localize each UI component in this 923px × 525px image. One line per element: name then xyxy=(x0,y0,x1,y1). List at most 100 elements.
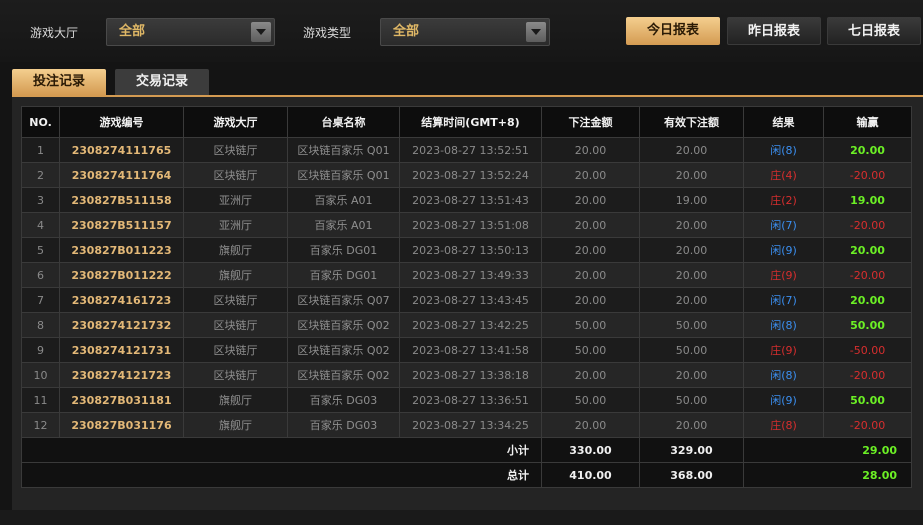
cell-table-name: 区块链百家乐 Q01 xyxy=(287,162,400,188)
cell-hall: 旗舰厅 xyxy=(183,237,288,263)
cell-win-loss: 50.00 xyxy=(823,312,912,338)
cell-result: 闲(7) xyxy=(743,287,824,313)
cell-win-loss: -50.00 xyxy=(823,337,912,363)
records-panel: NO. 游戏编号 游戏大厅 台桌名称 结算时间(GMT+8) 下注金额 有效下注… xyxy=(12,95,923,525)
chevron-down-icon xyxy=(251,22,271,42)
cell-table-name: 区块链百家乐 Q07 xyxy=(287,287,400,313)
cell-settle-time: 2023-08-27 13:50:13 xyxy=(399,237,542,263)
cell-result: 庄(9) xyxy=(743,337,824,363)
table-row: 8 2308274121732 区块链厅 区块链百家乐 Q02 2023-08-27 1… xyxy=(21,312,912,338)
cell-table-name: 百家乐 A01 xyxy=(287,212,400,238)
cell-no: 2 xyxy=(21,162,60,188)
type-select[interactable]: 全部 xyxy=(380,18,550,46)
table-row: 12 230827B031176 旗舰厅 百家乐 DG03 2023-08-27 13:… xyxy=(21,412,912,438)
today-report-button[interactable]: 今日报表 xyxy=(626,17,720,45)
cell-win-loss: -20.00 xyxy=(823,262,912,288)
cell-game-id: 230827B031181 xyxy=(59,387,184,413)
cell-settle-time: 2023-08-27 13:43:45 xyxy=(399,287,542,313)
filter-bar: 游戏大厅 全部 游戏类型 全部 今日报表 昨日报表 七日报表 xyxy=(0,0,923,62)
cell-settle-time: 2023-08-27 13:49:33 xyxy=(399,262,542,288)
type-select-value: 全部 xyxy=(393,24,420,39)
cell-valid-bet: 50.00 xyxy=(639,387,744,413)
cell-hall: 区块链厅 xyxy=(183,137,288,163)
cell-result: 闲(8) xyxy=(743,137,824,163)
cell-hall: 区块链厅 xyxy=(183,312,288,338)
cell-result: 庄(8) xyxy=(743,412,824,438)
cell-hall: 区块链厅 xyxy=(183,162,288,188)
cell-no: 1 xyxy=(21,137,60,163)
cell-bet-amount: 50.00 xyxy=(541,387,640,413)
cell-win-loss: -20.00 xyxy=(823,212,912,238)
cell-valid-bet: 20.00 xyxy=(639,137,744,163)
cell-no: 8 xyxy=(21,312,60,338)
cell-win-loss: 50.00 xyxy=(823,387,912,413)
cell-bet-amount: 20.00 xyxy=(541,362,640,388)
total-label: 总计 xyxy=(21,462,542,488)
cell-game-id: 230827B511158 xyxy=(59,187,184,213)
cell-settle-time: 2023-08-27 13:42:25 xyxy=(399,312,542,338)
cell-no: 5 xyxy=(21,237,60,263)
cell-bet-amount: 20.00 xyxy=(541,162,640,188)
cell-result: 庄(2) xyxy=(743,187,824,213)
cell-valid-bet: 20.00 xyxy=(639,162,744,188)
cell-game-id: 2308274111765 xyxy=(59,137,184,163)
cell-game-id: 230827B011222 xyxy=(59,262,184,288)
cell-valid-bet: 20.00 xyxy=(639,362,744,388)
cell-bet-amount: 20.00 xyxy=(541,412,640,438)
cell-no: 6 xyxy=(21,262,60,288)
cell-bet-amount: 50.00 xyxy=(541,312,640,338)
cell-settle-time: 2023-08-27 13:52:24 xyxy=(399,162,542,188)
cell-no: 11 xyxy=(21,387,60,413)
cell-table-name: 区块链百家乐 Q01 xyxy=(287,137,400,163)
cell-result: 闲(7) xyxy=(743,212,824,238)
cell-no: 4 xyxy=(21,212,60,238)
type-filter-label: 游戏类型 xyxy=(303,26,352,40)
table-row: 6 230827B011222 旗舰厅 百家乐 DG01 2023-08-27 13:4… xyxy=(21,262,912,288)
cell-no: 7 xyxy=(21,287,60,313)
cell-hall: 旗舰厅 xyxy=(183,262,288,288)
hall-select-value: 全部 xyxy=(119,24,146,39)
cell-no: 3 xyxy=(21,187,60,213)
hall-select[interactable]: 全部 xyxy=(106,18,275,46)
cell-result: 闲(8) xyxy=(743,312,824,338)
total-valid: 368.00 xyxy=(639,462,744,488)
cell-game-id: 230827B011223 xyxy=(59,237,184,263)
cell-valid-bet: 20.00 xyxy=(639,212,744,238)
cell-hall: 旗舰厅 xyxy=(183,387,288,413)
seven-day-report-button[interactable]: 七日报表 xyxy=(827,17,921,45)
col-header-settle-time: 结算时间(GMT+8) xyxy=(399,106,542,138)
cell-valid-bet: 20.00 xyxy=(639,262,744,288)
cell-game-id: 2308274111764 xyxy=(59,162,184,188)
cell-win-loss: 20.00 xyxy=(823,237,912,263)
cell-result: 庄(9) xyxy=(743,262,824,288)
table-row: 11 230827B031181 旗舰厅 百家乐 DG03 2023-08-27 13:… xyxy=(21,387,912,413)
bet-records-table: NO. 游戏编号 游戏大厅 台桌名称 结算时间(GMT+8) 下注金额 有效下注… xyxy=(21,106,912,488)
tab-bet-records[interactable]: 投注记录 xyxy=(12,69,106,95)
table-row: 7 2308274161723 区块链厅 区块链百家乐 Q07 2023-08-27 1… xyxy=(21,287,912,313)
cell-valid-bet: 19.00 xyxy=(639,187,744,213)
cell-settle-time: 2023-08-27 13:51:08 xyxy=(399,212,542,238)
col-header-bet-amount: 下注金额 xyxy=(541,106,640,138)
cell-game-id: 2308274121723 xyxy=(59,362,184,388)
subtotal-winloss: 29.00 xyxy=(743,437,912,463)
cell-table-name: 区块链百家乐 Q02 xyxy=(287,312,400,338)
total-winloss: 28.00 xyxy=(743,462,912,488)
yesterday-report-button[interactable]: 昨日报表 xyxy=(727,17,821,45)
col-header-game-id: 游戏编号 xyxy=(59,106,184,138)
table-row: 1 2308274111765 区块链厅 区块链百家乐 Q01 2023-08-27 1… xyxy=(21,137,912,163)
cell-table-name: 百家乐 DG03 xyxy=(287,387,400,413)
cell-bet-amount: 20.00 xyxy=(541,262,640,288)
cell-win-loss: 19.00 xyxy=(823,187,912,213)
cell-table-name: 百家乐 DG01 xyxy=(287,237,400,263)
col-header-valid-bet: 有效下注额 xyxy=(639,106,744,138)
cell-settle-time: 2023-08-27 13:38:18 xyxy=(399,362,542,388)
cell-win-loss: 20.00 xyxy=(823,137,912,163)
col-header-win-loss: 输赢 xyxy=(823,106,912,138)
cell-result: 庄(4) xyxy=(743,162,824,188)
cell-game-id: 2308274121731 xyxy=(59,337,184,363)
cell-table-name: 百家乐 DG03 xyxy=(287,412,400,438)
cell-valid-bet: 20.00 xyxy=(639,237,744,263)
tab-transaction-records[interactable]: 交易记录 xyxy=(115,69,209,95)
cell-hall: 亚洲厅 xyxy=(183,187,288,213)
cell-no: 9 xyxy=(21,337,60,363)
